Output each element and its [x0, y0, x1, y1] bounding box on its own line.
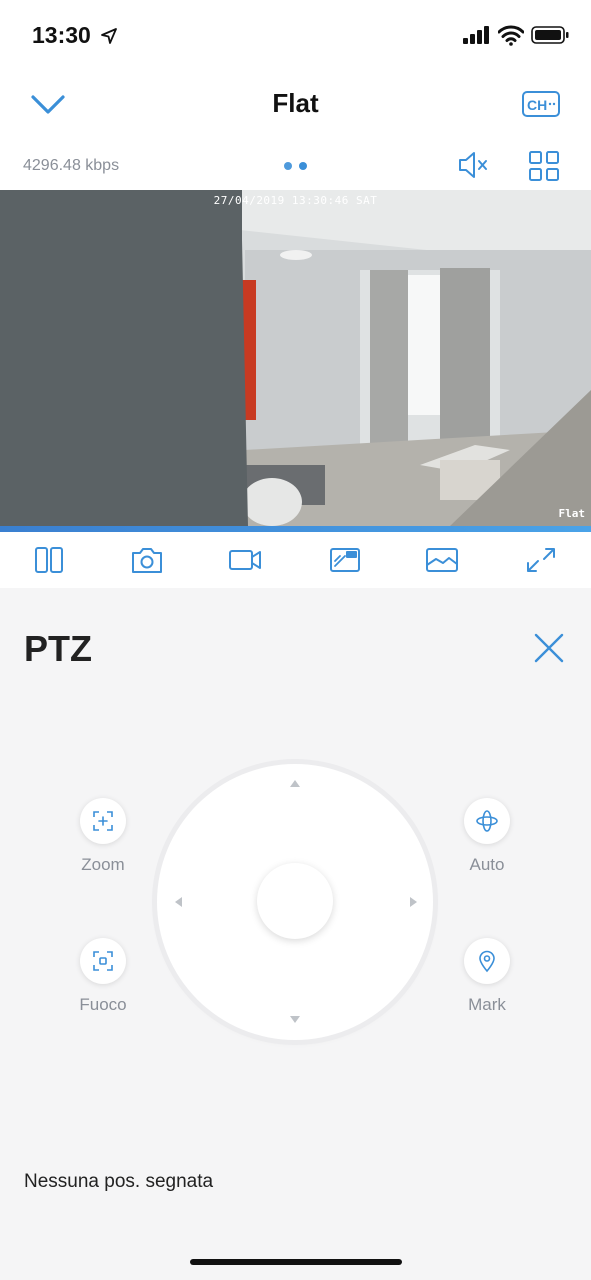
- camera-video-feed[interactable]: 27/04/2019 13:30:46 SAT Flat: [0, 190, 591, 526]
- video-timestamp-overlay: 27/04/2019 13:30:46 SAT: [213, 194, 378, 207]
- pan-up-arrow-icon[interactable]: [290, 780, 300, 787]
- zoom-icon: [93, 811, 113, 831]
- page-dot-active: [299, 162, 307, 170]
- map-pin-icon: [479, 950, 495, 973]
- hd-quality-icon[interactable]: [327, 544, 363, 576]
- bitrate-label: 4296.48 kbps: [23, 157, 120, 174]
- pan-down-arrow-icon[interactable]: [290, 1016, 300, 1023]
- mark-button[interactable]: [464, 938, 510, 984]
- ptz-panel: PTZ Zoom Fuoco Auto Mark Nessuna pos. se…: [0, 588, 591, 1280]
- auto-rotate-icon: [476, 810, 498, 832]
- no-saved-position-text: Nessuna pos. segnata: [24, 1171, 214, 1192]
- mark-label: Mark: [468, 995, 506, 1014]
- pan-right-arrow-icon[interactable]: [410, 897, 417, 907]
- focus-icon: [93, 951, 113, 971]
- channel-button[interactable]: CH: [521, 89, 561, 119]
- stream-info-row: 4296.48 kbps: [0, 140, 591, 190]
- video-camera-name-overlay: Flat: [558, 507, 586, 520]
- auto-label: Auto: [469, 855, 505, 874]
- home-indicator[interactable]: [190, 1259, 402, 1265]
- fullscreen-expand-icon[interactable]: [523, 544, 559, 576]
- joystick-knob[interactable]: [257, 863, 333, 939]
- status-time: 13:30: [32, 22, 91, 48]
- camera-snapshot-icon[interactable]: [129, 544, 165, 576]
- auto-button[interactable]: [464, 798, 510, 844]
- ptz-joystick[interactable]: [157, 764, 433, 1040]
- zoom-button[interactable]: [80, 798, 126, 844]
- cellular-signal-icon: [463, 26, 489, 44]
- nav-bar: Flat CH: [0, 72, 591, 136]
- wifi-icon: [498, 25, 524, 46]
- ptz-title: PTZ: [24, 628, 92, 669]
- focus-label: Fuoco: [79, 995, 127, 1014]
- page-dot: [284, 162, 292, 170]
- video-toolbar: [0, 532, 591, 588]
- zoom-label: Zoom: [81, 855, 125, 874]
- speaker-muted-icon[interactable]: [456, 150, 490, 180]
- pan-left-arrow-icon[interactable]: [175, 897, 182, 907]
- location-arrow-icon: [101, 28, 117, 44]
- grid-layout-icon[interactable]: [528, 150, 560, 182]
- battery-icon: [531, 26, 569, 44]
- page-indicator: [284, 162, 310, 172]
- channel-label: CH: [527, 97, 547, 113]
- split-view-icon[interactable]: [31, 544, 67, 576]
- video-record-icon[interactable]: [227, 544, 263, 576]
- focus-button[interactable]: [80, 938, 126, 984]
- status-bar: 13:30: [0, 0, 591, 72]
- gallery-icon[interactable]: [424, 544, 460, 576]
- page-title: Flat: [272, 88, 319, 118]
- close-icon[interactable]: [532, 631, 566, 665]
- channel-icon: CH: [522, 91, 560, 117]
- camera-scene-image: [0, 190, 591, 526]
